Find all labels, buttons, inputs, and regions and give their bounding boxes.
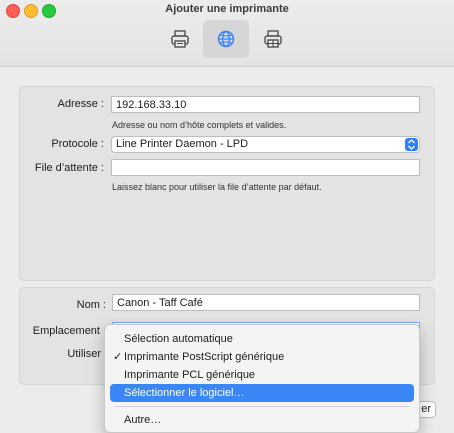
address-hint: Adresse ou nom d’hôte complets et valide… <box>112 120 287 130</box>
toolbar-windows-button[interactable] <box>250 20 296 58</box>
protocol-select[interactable]: Line Printer Daemon - LPD <box>111 136 420 153</box>
menu-item-label: Imprimante PostScript générique <box>124 351 285 363</box>
add-printer-window: Ajouter une imprimante Adresse: 192.168… <box>0 0 454 433</box>
printer-windows-icon <box>264 30 282 48</box>
menu-item-label: Sélectionner le logiciel… <box>124 387 245 399</box>
menu-separator <box>115 406 409 407</box>
menu-item-select-software[interactable]: Sélectionner le logiciel… <box>110 384 414 402</box>
menu-item-other[interactable]: Autre… <box>110 411 414 429</box>
menu-item-pcl[interactable]: Imprimante PCL générique <box>110 366 414 384</box>
queue-label: File d’attente : <box>34 162 104 174</box>
checkmark-icon: ✓ <box>113 351 123 363</box>
menu-item-label: Autre… <box>124 414 162 426</box>
title-bar: Ajouter une imprimante <box>0 0 454 67</box>
window-title: Ajouter une imprimante <box>165 3 289 15</box>
printer-icon <box>171 30 189 48</box>
address-field[interactable] <box>111 96 420 113</box>
menu-item-label: Imprimante PCL générique <box>124 369 256 381</box>
queue-field[interactable] <box>111 159 420 176</box>
menu-item-postscript[interactable]: ✓ Imprimante PostScript générique <box>110 348 414 366</box>
use-label: Utiliser <box>67 348 101 360</box>
protocol-label: Protocole : <box>51 138 104 150</box>
name-field[interactable] <box>112 294 420 311</box>
toolbar-default-button[interactable] <box>157 20 203 58</box>
protocol-value: Line Printer Daemon - LPD <box>116 138 249 150</box>
menu-item-auto[interactable]: Sélection automatique <box>110 330 414 348</box>
address-label: Adresse : <box>57 98 104 110</box>
queue-hint: Laissez blanc pour utiliser la file d’at… <box>112 182 322 192</box>
location-label: Emplacement <box>32 325 100 337</box>
menu-item-label: Sélection automatique <box>124 333 233 345</box>
up-down-arrows-icon <box>405 138 418 151</box>
globe-icon <box>217 30 235 48</box>
driver-menu: Sélection automatique ✓ Imprimante PostS… <box>104 324 420 433</box>
toolbar-ip-button[interactable] <box>203 20 249 58</box>
name-label: Nom : <box>76 299 106 311</box>
